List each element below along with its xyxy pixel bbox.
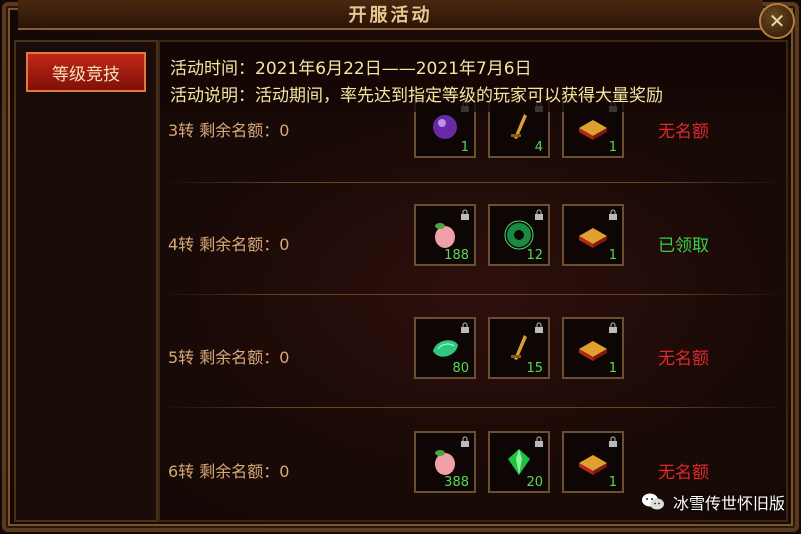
claim-status[interactable]: 无名额	[658, 344, 709, 369]
row-divider	[160, 407, 786, 408]
activity-description: 活动说明：活动期间，率先达到指定等级的玩家可以获得大量奖励	[170, 86, 663, 106]
lock-icon	[609, 436, 617, 447]
lock-icon	[535, 209, 543, 220]
lock-icon	[535, 436, 543, 447]
item-count: 1	[608, 140, 617, 155]
gold-book-icon	[579, 120, 607, 140]
row-divider	[160, 182, 786, 183]
claim-status[interactable]: 已领取	[658, 231, 709, 256]
reward-slot[interactable]: 80	[414, 317, 476, 379]
item-count: 388	[444, 475, 469, 490]
reward-slot[interactable]: 1	[562, 204, 624, 266]
purple-orb-icon	[433, 115, 457, 139]
activity-time: 活动时间：2021年6月22日——2021年7月6日	[170, 59, 532, 79]
sidebar: 等级竞技	[14, 40, 158, 522]
peach-icon	[435, 223, 455, 248]
jade-crystal-icon	[433, 340, 458, 357]
item-count: 20	[526, 475, 543, 490]
lock-icon	[461, 209, 469, 220]
reward-row: 4转 剩余名额：0 188 12 1 已领取	[160, 184, 786, 297]
reward-slot[interactable]: 1	[562, 431, 624, 493]
gold-sword-icon	[511, 335, 527, 360]
item-count: 188	[444, 248, 469, 263]
reward-slot[interactable]: 188	[414, 204, 476, 266]
reward-slot[interactable]: 1	[562, 317, 624, 379]
tab-level-competition[interactable]: 等级竞技	[26, 52, 146, 92]
row-label: 6转 剩余名额：0	[168, 462, 290, 481]
row-label: 3转 剩余名额：0	[168, 121, 290, 140]
tab-label: 等级竞技	[52, 64, 120, 85]
wechat-icon	[641, 493, 664, 510]
gold-book-icon	[579, 341, 607, 361]
claim-status[interactable]: 无名额	[658, 117, 709, 142]
item-count: 1	[608, 475, 617, 490]
row-label: 5转 剩余名额：0	[168, 348, 290, 367]
window-title: 开服活动	[348, 5, 433, 26]
item-count: 1	[608, 248, 617, 263]
reward-slot[interactable]: 388	[414, 431, 476, 493]
lock-icon	[609, 209, 617, 220]
row-label: 4转 剩余名额：0	[168, 235, 290, 254]
activity-info: 活动时间：2021年6月22日——2021年7月6日 活动说明：活动期间，率先达…	[170, 56, 663, 110]
gold-sword-icon	[511, 114, 527, 139]
watermark: 冰雪传世怀旧版	[641, 490, 785, 514]
lock-icon	[461, 322, 469, 333]
lock-icon	[535, 322, 543, 333]
rewards-panel: 3转 剩余名额：0 1 4 1 无名额 4转 剩余名额：0 188 12 1 已…	[158, 40, 788, 522]
reward-slot[interactable]: 15	[488, 317, 550, 379]
close-icon: ✕	[768, 9, 786, 33]
activity-window: 开服活动 ✕ 等级竞技 3转 剩余名额：0 1 4 1 无名额 4转 剩余名额：…	[0, 0, 801, 534]
gold-book-icon	[579, 455, 607, 475]
title-bar: 开服活动	[18, 0, 763, 30]
reward-slot[interactable]: 20	[488, 431, 550, 493]
item-count: 1	[608, 361, 617, 376]
reward-row: 5转 剩余名额：0 80 15 1 无名额	[160, 297, 786, 410]
claim-status[interactable]: 无名额	[658, 458, 709, 483]
close-button[interactable]: ✕	[759, 3, 795, 39]
jade-ring-icon	[504, 220, 534, 250]
item-count: 12	[526, 248, 543, 263]
peach-icon	[435, 450, 455, 475]
gold-book-icon	[579, 228, 607, 248]
reward-slot[interactable]: 12	[488, 204, 550, 266]
item-count: 1	[460, 140, 469, 155]
green-gem-icon	[508, 449, 530, 475]
lock-icon	[461, 436, 469, 447]
item-count: 4	[534, 140, 543, 155]
row-divider	[160, 294, 786, 295]
item-count: 80	[452, 361, 469, 376]
lock-icon	[609, 322, 617, 333]
watermark-text: 冰雪传世怀旧版	[672, 494, 785, 513]
item-count: 15	[526, 361, 543, 376]
